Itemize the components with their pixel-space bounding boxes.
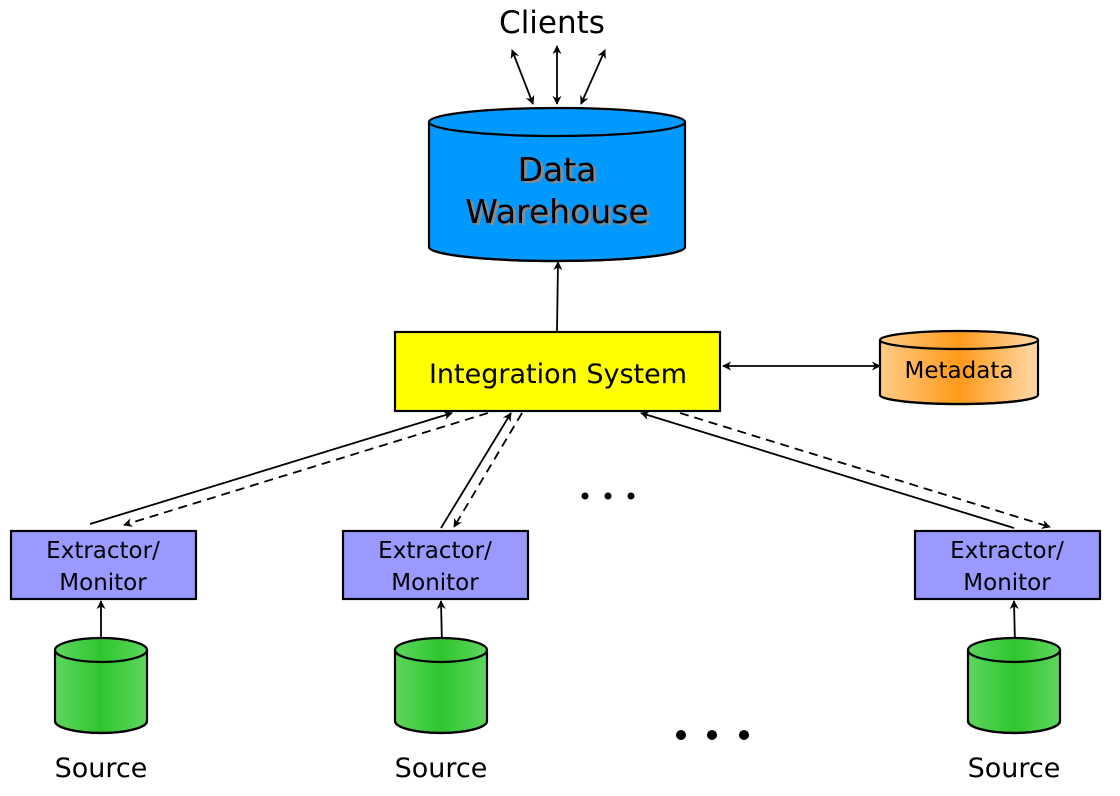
edge-integration-to-extractor1 xyxy=(123,412,489,527)
source-cylinder-3 xyxy=(966,636,1062,735)
extractor-1-label-line1: Extractor/ xyxy=(46,538,160,564)
edge-dw-clients-right xyxy=(580,49,606,105)
source-cylinder-1-top xyxy=(53,636,149,664)
source-2-label: Source xyxy=(395,753,488,784)
edge-extractor3-to-integration xyxy=(640,411,1015,529)
ellipsis-middle xyxy=(581,492,635,500)
clients-label: Clients xyxy=(499,5,605,41)
ellipsis-middle-dot-1 xyxy=(581,492,589,500)
data-warehouse-label-line2: Warehouse xyxy=(465,192,648,231)
extractor-3-label-line2: Monitor xyxy=(963,570,1051,596)
data-warehouse-diagram: Clients Data Warehouse Data Warehouse In… xyxy=(9,5,1102,784)
metadata-cylinder-top xyxy=(878,329,1040,351)
edge-integration-to-extractor3 xyxy=(679,412,1051,529)
ellipsis-bottom-dot-1 xyxy=(676,730,686,740)
source-cylinder-2 xyxy=(393,636,489,735)
ellipsis-bottom-dot-2 xyxy=(707,730,717,740)
edge-integration-to-dw xyxy=(553,261,563,332)
edge-extractor1-to-integration xyxy=(89,411,453,525)
extractor-2-label-line2: Monitor xyxy=(391,570,479,596)
source-cylinder-3-top xyxy=(966,636,1062,664)
source-3-label: Source xyxy=(968,753,1061,784)
edge-integration-to-extractor2 xyxy=(453,412,523,528)
source-cylinder-1 xyxy=(53,636,149,735)
ellipsis-middle-dot-2 xyxy=(604,492,612,500)
metadata-label: Metadata xyxy=(905,358,1014,384)
ellipsis-bottom-dot-3 xyxy=(739,730,749,740)
extractor-3-label-line1: Extractor/ xyxy=(950,538,1064,564)
ellipsis-bottom xyxy=(676,730,749,740)
ellipsis-middle-dot-3 xyxy=(627,492,635,500)
source-cylinder-2-top xyxy=(393,636,489,664)
source-1-label: Source xyxy=(55,753,148,784)
edge-dw-clients-left xyxy=(510,49,535,105)
extractor-1-label-line2: Monitor xyxy=(59,570,147,596)
extractor-2-label-line1: Extractor/ xyxy=(378,538,492,564)
integration-system-label: Integration System xyxy=(429,359,687,390)
data-warehouse-label-line1: Data xyxy=(518,150,597,189)
edge-extractor2-to-integration xyxy=(440,412,512,529)
data-warehouse-cylinder-top xyxy=(427,106,687,138)
